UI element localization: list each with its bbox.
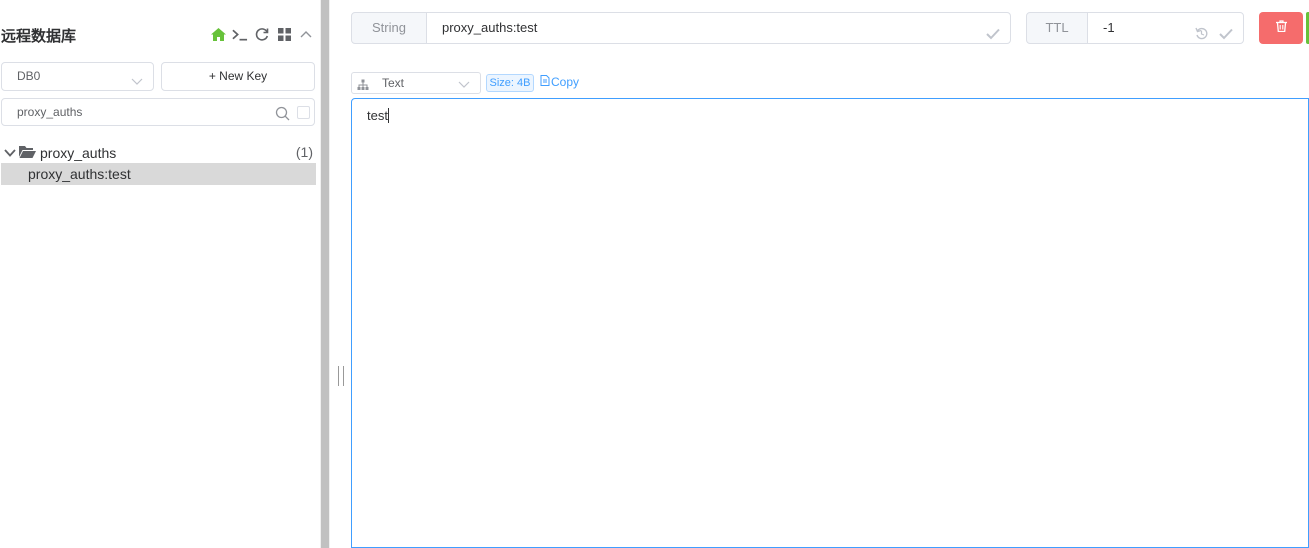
document-icon xyxy=(540,75,550,89)
ttl-tag: TTL xyxy=(1026,12,1088,44)
chevron-down-icon xyxy=(131,70,143,97)
view-format-select[interactable]: Text xyxy=(351,72,481,94)
reset-ttl-icon[interactable] xyxy=(1195,21,1208,51)
tree-folder-count: (1) xyxy=(295,144,313,160)
home-icon[interactable] xyxy=(210,26,226,42)
connection-title: 远程数据库 xyxy=(1,27,77,45)
chevron-down-icon xyxy=(458,76,470,96)
key-search-value: proxy_auths xyxy=(17,105,83,119)
db-select[interactable]: DB0 xyxy=(1,62,154,91)
check-icon[interactable] xyxy=(1219,21,1233,51)
text-caret xyxy=(387,108,389,123)
folder-open-icon xyxy=(19,145,36,161)
chevron-up-icon[interactable] xyxy=(298,26,314,42)
terminal-icon[interactable] xyxy=(232,26,248,42)
sitemap-icon xyxy=(357,77,369,97)
connection-toolbar xyxy=(210,26,314,42)
key-search-input[interactable]: proxy_auths xyxy=(1,98,315,126)
refresh-icon[interactable] xyxy=(254,26,270,42)
copy-label: Copy xyxy=(551,75,580,89)
delete-key-button[interactable] xyxy=(1259,12,1303,44)
key-name-value: proxy_auths:test xyxy=(442,20,538,35)
ttl-input[interactable]: -1 xyxy=(1087,12,1244,44)
db-select-value: DB0 xyxy=(17,69,41,83)
size-tag: Size: 4B xyxy=(486,74,534,92)
view-format-value: Text xyxy=(382,76,405,90)
chevron-down-icon[interactable] xyxy=(4,145,16,161)
value-editor[interactable]: test xyxy=(351,98,1309,548)
sidebar-scrollbar[interactable] xyxy=(320,0,330,548)
value-editor-text: test xyxy=(367,108,388,123)
tree-key-item[interactable]: proxy_auths:test xyxy=(1,163,316,185)
key-name-input[interactable]: proxy_auths:test xyxy=(426,12,1011,44)
new-key-button[interactable]: + New Key xyxy=(161,62,315,91)
scrollbar-thumb[interactable] xyxy=(321,0,329,548)
key-type-tag: String xyxy=(351,12,427,44)
tree-folder-label: proxy_auths xyxy=(40,145,117,161)
grid-icon[interactable] xyxy=(276,26,292,42)
panel-resize-handle[interactable] xyxy=(338,366,344,386)
check-icon[interactable] xyxy=(986,21,1000,51)
copy-button[interactable]: Copy xyxy=(540,75,579,89)
trash-icon xyxy=(1275,19,1287,37)
exact-match-checkbox[interactable] xyxy=(297,106,310,119)
ttl-value: -1 xyxy=(1103,20,1115,35)
search-icon[interactable] xyxy=(275,104,290,130)
sidebar: 远程数据库 DB0 + New Key proxy_auths proxy_au… xyxy=(0,0,320,548)
tree-folder-proxy-auths[interactable]: proxy_auths (1) xyxy=(4,143,316,163)
